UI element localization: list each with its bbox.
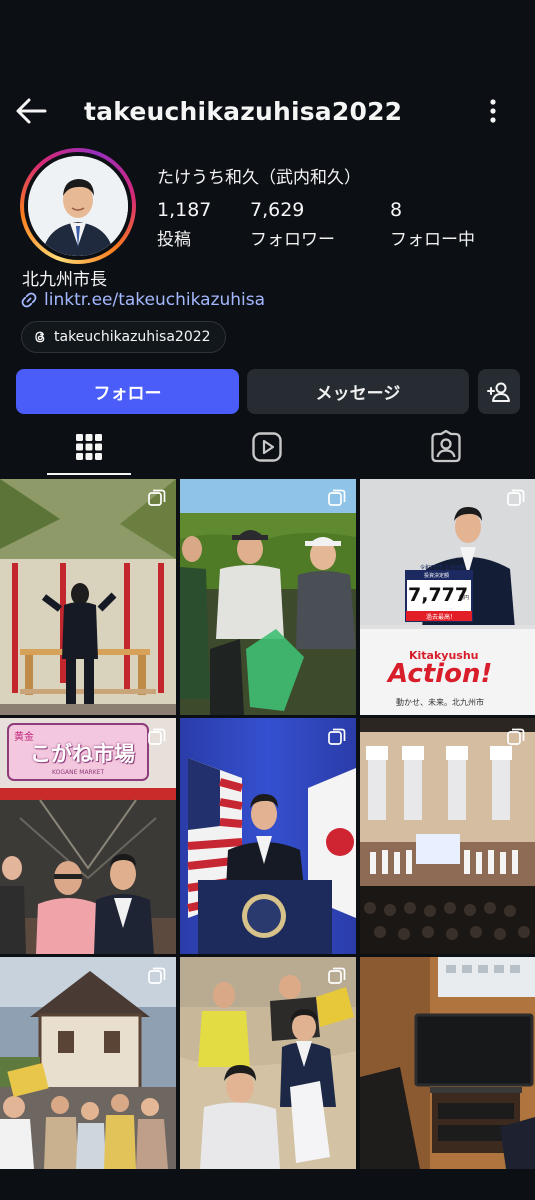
action-text: Action! [388,659,493,689]
stat-followers-label: フォロワー [250,230,335,250]
suggested-people-button[interactable] [478,369,520,414]
post-thumbnail[interactable] [0,957,176,1169]
profile-full-name: たけうち和久（武内和久） [157,168,361,188]
market-sign-en: KOGANE MARKET [52,769,105,776]
status-bar [0,0,535,90]
post-thumbnail[interactable] [0,479,176,715]
story-ring[interactable] [20,148,136,264]
profile-username: takeuchikazuhisa2022 [84,97,403,126]
post-thumbnail[interactable] [180,718,356,954]
add-person-icon [487,382,510,402]
post-image [360,718,535,954]
stat-followers-count: 7,629 [250,199,305,221]
grid-icon[interactable] [72,430,106,464]
board-unit: 億円 [459,595,470,601]
profile-tabs [0,420,535,476]
post-image [180,718,356,954]
market-sign-big: こがね市場 [30,742,135,766]
carousel-icon [328,728,346,745]
post-thumbnail[interactable] [360,957,535,1169]
stat-posts-label: 投稿 [157,230,191,250]
carousel-icon [328,967,346,984]
carousel-icon [148,728,166,745]
stat-followers[interactable]: 7,629 フォロワー [250,199,335,250]
post-image [180,479,356,715]
threads-icon [35,331,45,343]
post-thumbnail[interactable] [180,479,356,715]
top-bar: takeuchikazuhisa2022 [0,88,535,136]
post-thumbnail[interactable]: 黄金 こがね市場 KOGANE MARKET [0,718,176,954]
carousel-icon [507,489,525,506]
profile-link-text: linktr.ee/takeuchikazuhisa [44,290,266,310]
message-button[interactable]: メッセージ [247,369,469,414]
post-image [0,479,176,715]
stat-following-label: フォロー中 [390,230,475,250]
threads-handle: takeuchikazuhisa2022 [54,329,211,345]
profile-bio: 北九州市長 [22,270,107,290]
sign-text: 令和7年度 企画課題 [420,565,465,571]
follow-button[interactable]: フォロー [16,369,239,414]
stat-following-count: 8 [390,199,403,221]
carousel-icon [328,489,346,506]
slogan-text: 動かせ、未来。北九州市 [396,698,484,707]
stat-posts[interactable]: 1,187 投稿 [157,199,211,250]
board-caption: 投資決定額 [424,573,450,579]
carousel-icon [507,728,525,745]
post-image [360,957,535,1169]
profile-link[interactable]: linktr.ee/takeuchikazuhisa [20,290,265,310]
more-options-icon[interactable] [482,96,504,126]
active-tab-indicator [47,473,131,475]
board-record: 過去最高！ [426,614,457,621]
carousel-icon [148,967,166,984]
stat-following[interactable]: 8 フォロー中 [390,199,475,250]
carousel-icon [148,489,166,506]
tagged-icon[interactable] [429,430,463,464]
post-image [0,957,176,1169]
stat-posts-count: 1,187 [157,199,212,221]
post-thumbnail[interactable] [360,718,535,954]
avatar[interactable] [28,156,128,256]
back-arrow-icon[interactable] [14,96,48,126]
link-icon [21,292,37,308]
threads-badge[interactable]: takeuchikazuhisa2022 [21,321,226,353]
avatar-portrait-image [28,156,128,256]
reels-icon[interactable] [250,430,284,464]
post-image [180,957,356,1169]
post-thumbnail[interactable] [180,957,356,1169]
post-thumbnail[interactable]: 令和7年度 企画課題 投資決定額 7,777 億円 過去最高！ Kitakyus… [360,479,535,715]
